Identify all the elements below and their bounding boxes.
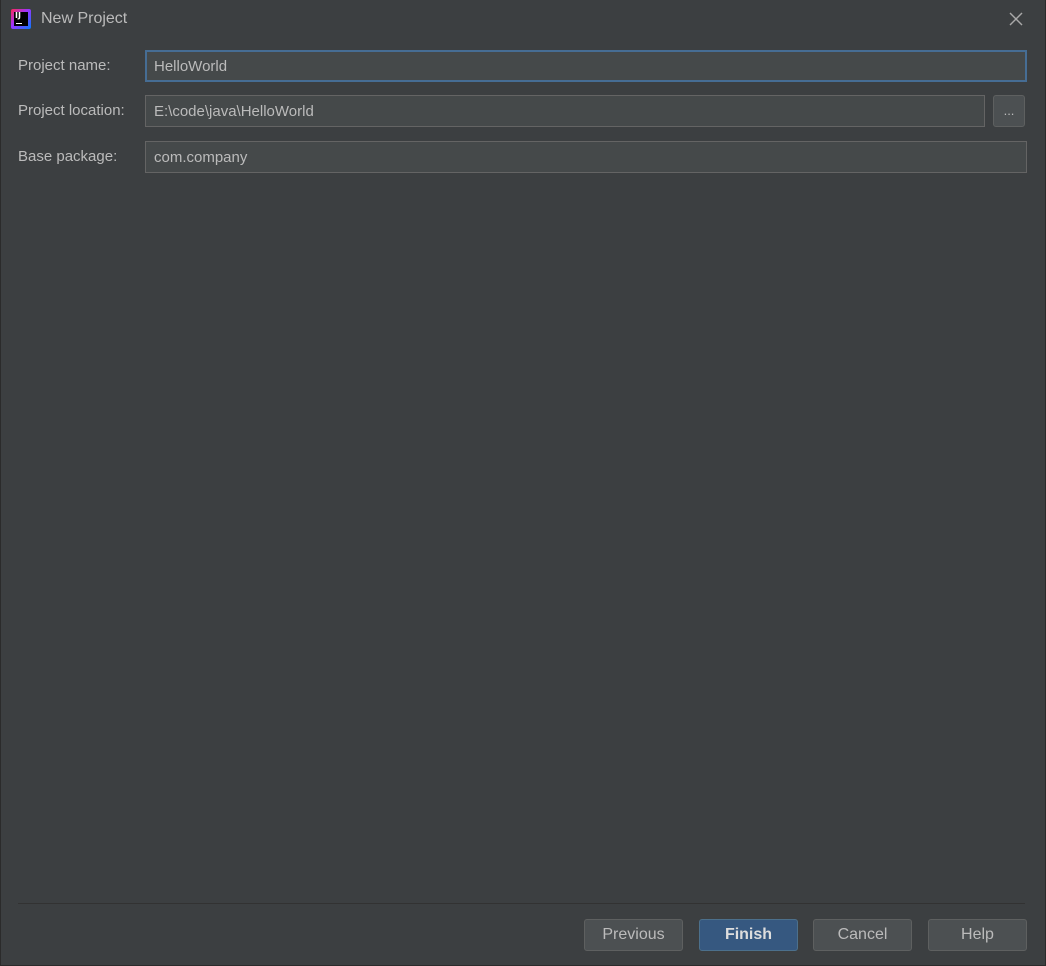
footer-divider (18, 903, 1025, 904)
intellij-idea-icon: IJ (11, 9, 31, 29)
project-location-label: Project location: (18, 102, 125, 119)
project-location-input[interactable] (145, 95, 985, 127)
project-name-input[interactable] (145, 50, 1027, 82)
project-location-row: Project location: ... (1, 95, 1045, 127)
base-package-row: Base package: (1, 141, 1045, 173)
project-name-label: Project name: (18, 57, 111, 74)
new-project-dialog: IJ New Project Project name: Project loc… (0, 0, 1046, 966)
browse-button[interactable]: ... (993, 95, 1025, 127)
finish-button[interactable]: Finish (699, 919, 798, 951)
project-name-row: Project name: (1, 50, 1045, 82)
close-icon[interactable] (1005, 8, 1027, 30)
title-bar: IJ New Project (1, 0, 1045, 38)
base-package-label: Base package: (18, 148, 118, 165)
cancel-button[interactable]: Cancel (813, 919, 912, 951)
dialog-title: New Project (41, 10, 128, 27)
previous-button[interactable]: Previous (584, 919, 683, 951)
help-button[interactable]: Help (928, 919, 1027, 951)
base-package-input[interactable] (145, 141, 1027, 173)
